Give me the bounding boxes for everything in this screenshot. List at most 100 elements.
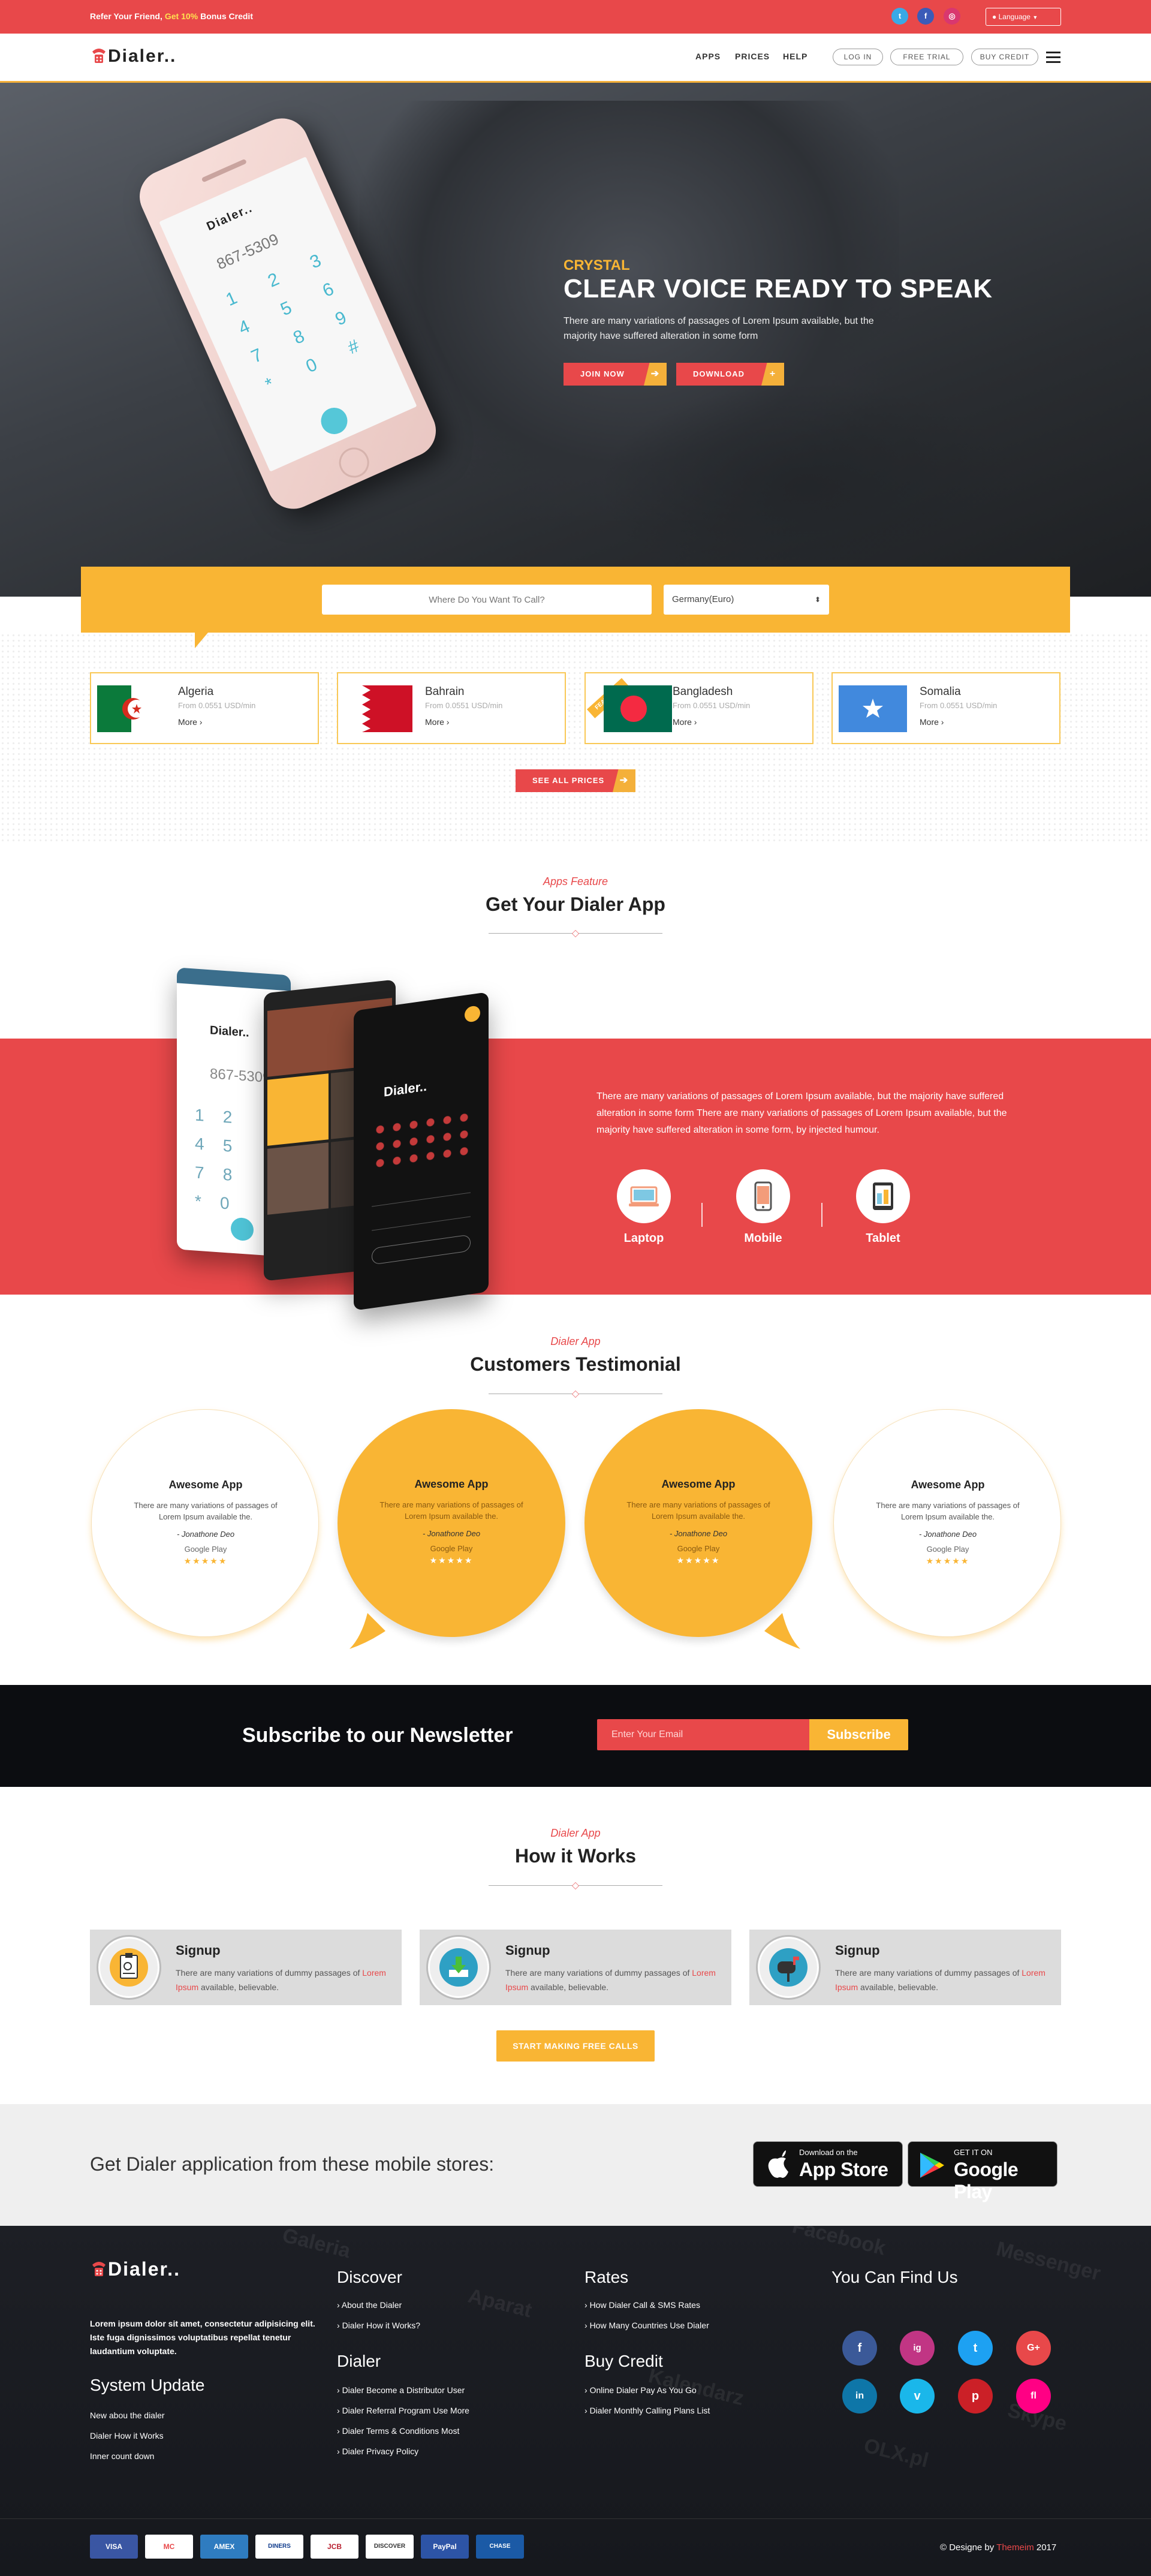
phone-speaker xyxy=(201,158,248,183)
device-label: Mobile xyxy=(744,1232,782,1245)
login-button[interactable]: LOG IN xyxy=(833,49,883,65)
footer-link[interactable]: › Dialer Referral Program Use More xyxy=(337,2406,469,2415)
device-label: Tablet xyxy=(866,1232,900,1245)
google-play-button[interactable]: GET IT ON Google Play xyxy=(908,2141,1057,2202)
twitter-icon[interactable]: t xyxy=(891,8,908,25)
pinterest-icon[interactable]: p xyxy=(958,2379,993,2414)
how-step-card: Signup There are many variations of dumm… xyxy=(749,1930,1061,2005)
country-name: Bahrain xyxy=(425,685,465,698)
rate-card-bangladesh[interactable]: FEATURED Bangladesh From 0.0551 USD/min … xyxy=(584,672,813,744)
footer-link[interactable]: Dialer How it Works xyxy=(90,2431,164,2440)
linkedin-icon[interactable]: in xyxy=(842,2379,877,2414)
footer-link[interactable]: › Dialer Become a Distributor User xyxy=(337,2385,465,2395)
app-screenshot-login: Dialer.. xyxy=(354,992,489,1311)
language-select[interactable]: ● Language ▼ xyxy=(986,8,1061,26)
newsletter-email-input[interactable]: Enter Your Email xyxy=(597,1719,809,1750)
twitter-icon[interactable]: t xyxy=(958,2331,993,2366)
how-subtitle: Dialer App xyxy=(550,1827,601,1839)
device-tablet[interactable]: Tablet xyxy=(856,1169,910,1245)
apps-title: Get Your Dialer App xyxy=(486,893,665,915)
testimonial-author: - Jonathone Deo xyxy=(669,1529,728,1538)
more-label: More xyxy=(178,717,197,727)
footer-link[interactable]: Inner count down xyxy=(90,2451,154,2461)
footer-link[interactable]: New abou the dialer xyxy=(90,2411,165,2420)
logo-text: Dialer.. xyxy=(108,2258,180,2280)
destination-search-input[interactable] xyxy=(322,585,652,615)
more-label: More xyxy=(425,717,444,727)
chevron-down-icon: ▼ xyxy=(1032,14,1038,20)
footer-link-label: Dialer Referral Program Use More xyxy=(342,2406,469,2415)
rate-search-bar: Germany(Euro) ⬍ xyxy=(81,567,1070,648)
app-store-button[interactable]: Download on the App Store xyxy=(753,2141,903,2187)
country-name: Bangladesh xyxy=(673,685,733,698)
testimonial-author: - Jonathone Deo xyxy=(176,1530,235,1539)
copyright: © Designe by Themeim 2017 xyxy=(940,2542,1056,2553)
footer-link[interactable]: › How Dialer Call & SMS Rates xyxy=(584,2300,700,2310)
currency-select[interactable]: Germany(Euro) ⬍ xyxy=(664,585,829,615)
laptop-icon xyxy=(617,1169,671,1223)
free-trial-button[interactable]: FREE TRIAL xyxy=(890,49,963,65)
app-store-small: Download on the xyxy=(799,2148,858,2157)
footer-link[interactable]: › Online Dialer Pay As You Go xyxy=(584,2385,697,2395)
key: 9 xyxy=(332,307,349,330)
more-link[interactable]: More › xyxy=(178,717,202,727)
google-plus-icon[interactable]: G+ xyxy=(1016,2331,1051,2366)
flickr-icon[interactable]: fl xyxy=(1016,2379,1051,2414)
testimonial-card: Awesome App There are many variations of… xyxy=(833,1409,1061,1648)
rate-card-bahrain[interactable]: Bahrain From 0.0551 USD/min More › xyxy=(337,672,566,744)
search-pointer xyxy=(195,633,208,648)
testimonial-title: Awesome App xyxy=(414,1478,489,1490)
testimonial-body: There are many variations of passages of… xyxy=(134,1501,278,1521)
facebook-icon[interactable]: f xyxy=(842,2331,877,2366)
visa-icon: VISA xyxy=(90,2535,138,2559)
start-free-calls-button[interactable]: START MAKING FREE CALLS xyxy=(496,2030,655,2062)
facebook-icon[interactable]: f xyxy=(917,8,934,25)
copyright-brand-link[interactable]: Themeim xyxy=(996,2542,1034,2553)
download-button[interactable]: DOWNLOAD + xyxy=(676,363,784,386)
footer-link[interactable]: › How Many Countries Use Dialer xyxy=(584,2321,709,2330)
menu-icon[interactable] xyxy=(1046,52,1060,64)
nav-apps[interactable]: APPS xyxy=(695,52,721,61)
arrow-right-icon: ➔ xyxy=(613,769,635,792)
country-rate: From 0.0551 USD/min xyxy=(425,701,503,710)
buy-credit-button[interactable]: BUY CREDIT xyxy=(971,49,1038,65)
nav-help[interactable]: HELP xyxy=(783,52,807,61)
apple-icon xyxy=(768,2150,788,2178)
more-link[interactable]: More › xyxy=(673,717,697,727)
more-link[interactable]: More › xyxy=(920,717,944,727)
how-step-card: Signup There are many variations of dumm… xyxy=(420,1930,731,2005)
join-now-button[interactable]: JOIN NOW ➔ xyxy=(564,363,667,386)
rate-card-algeria[interactable]: Algeria From 0.0551 USD/min More › xyxy=(90,672,319,744)
join-now-label: JOIN NOW xyxy=(580,369,625,378)
referral-promo[interactable]: Refer Your Friend, Get 10% Bonus Credit xyxy=(90,11,253,21)
footer-link[interactable]: › Dialer Terms & Conditions Most xyxy=(337,2426,459,2436)
subscribe-button[interactable]: Subscribe xyxy=(809,1719,908,1750)
see-all-prices-button[interactable]: SEE ALL PRICES ➔ xyxy=(516,769,635,792)
footer-link[interactable]: › Dialer Privacy Policy xyxy=(337,2446,418,2456)
footer-logo[interactable]: Dialer.. xyxy=(90,2258,180,2280)
testimonial-source: Google Play xyxy=(184,1545,227,1554)
site-logo[interactable]: Dialer.. xyxy=(90,46,176,67)
newsletter-title: Subscribe to our Newsletter xyxy=(242,1724,513,1747)
instagram-icon[interactable]: ig xyxy=(900,2331,935,2366)
language-label: Language xyxy=(998,13,1031,21)
how-step-card: Signup There are many variations of dumm… xyxy=(90,1930,402,2005)
paypal-icon: PayPal xyxy=(421,2535,469,2559)
nav-prices[interactable]: PRICES xyxy=(735,52,770,61)
footer-link[interactable]: › Dialer How it Works? xyxy=(337,2321,420,2330)
globe-icon: ● xyxy=(992,13,997,21)
footer-link[interactable]: › About the Dialer xyxy=(337,2300,402,2310)
apps-subtitle: Apps Feature xyxy=(543,875,608,887)
vimeo-icon[interactable]: v xyxy=(900,2379,935,2414)
rate-card-somalia[interactable]: Somalia From 0.0551 USD/min More › xyxy=(831,672,1060,744)
promo-highlight: Get 10% xyxy=(164,11,198,21)
testimonial-source: Google Play xyxy=(926,1545,969,1554)
footer-link-label: Dialer Become a Distributor User xyxy=(342,2385,465,2395)
footer-link[interactable]: › Dialer Monthly Calling Plans List xyxy=(584,2406,710,2415)
instagram-icon[interactable]: ◎ xyxy=(944,8,960,25)
phone-screen-logo: Dialer.. xyxy=(204,201,255,234)
algeria-flag-icon xyxy=(97,685,165,732)
device-mobile[interactable]: Mobile xyxy=(736,1169,790,1245)
more-link[interactable]: More › xyxy=(425,717,449,727)
device-laptop[interactable]: Laptop xyxy=(617,1169,671,1245)
